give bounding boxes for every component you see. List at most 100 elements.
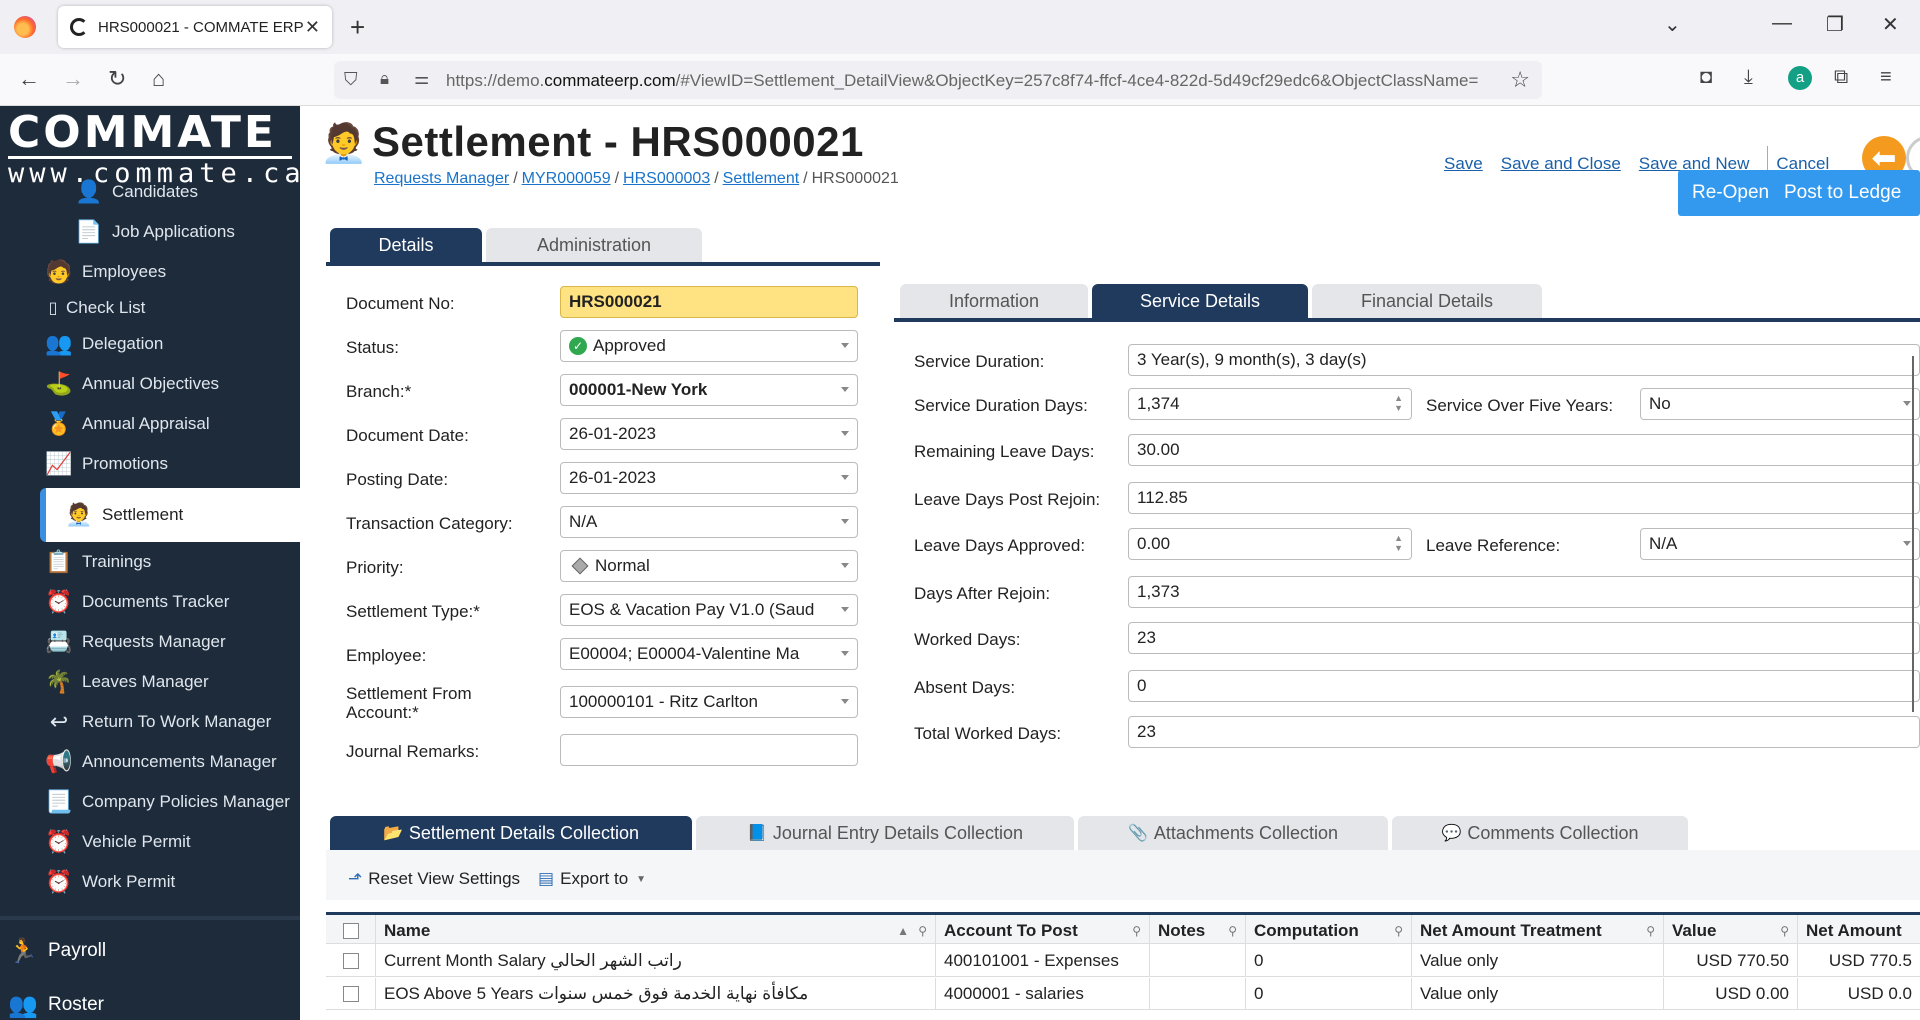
sidebar-item-check-list[interactable]: ▯ Check List [0,288,300,328]
document-no-field[interactable]: HRS000021 [560,286,858,318]
close-window-icon[interactable]: ✕ [1882,12,1899,37]
firefox-icon[interactable] [14,16,36,38]
post-to-ledger-button[interactable]: Post to Ledge [1770,170,1920,216]
url-bar[interactable]: ⛉ 🔒︎ ⚌ https://demo.commateerp.com/#View… [334,61,1542,99]
tab-journal-entry-details-collection[interactable]: 📘 Journal Entry Details Collection [696,816,1074,850]
dropdown-arrow-icon[interactable] [841,387,849,392]
dropdown-arrow-icon[interactable] [841,699,849,704]
sidebar-item-promotions[interactable]: 📈 Promotions [0,444,300,484]
dropdown-arrow-icon[interactable] [841,651,849,656]
table-row[interactable]: Current Month Salary راتب الشهر الحالي 4… [326,945,1920,977]
spinner-icon[interactable]: ▲ ▼ [1394,393,1403,413]
sidebar-item-requests-manager[interactable]: 📇 Requests Manager [0,622,300,662]
sidebar-item-announcements[interactable]: 📢 Announcements Manager [0,742,300,782]
re-open-button[interactable]: Re-Open [1678,170,1784,216]
column-header-net-amount[interactable]: Net Amount [1798,915,1920,947]
table-row[interactable]: EOS Above 5 Years مكافأة نهاية الخدمة فو… [326,978,1920,1010]
shield-icon[interactable]: ⛉ [344,69,358,90]
download-icon[interactable]: ⤓ [1744,66,1753,89]
worked-days-field[interactable]: 23 [1128,622,1920,654]
vertical-scrollbar[interactable] [1912,356,1914,712]
sidebar-item-annual-objectives[interactable]: ⛳ Annual Objectives [0,364,300,404]
status-dropdown[interactable]: ✓ Approved [560,330,858,362]
branch-dropdown[interactable]: 000001-New York [560,374,858,406]
remaining-leave-days-field[interactable]: 30.00 [1128,434,1920,466]
filter-icon[interactable]: ⚲ [1646,924,1655,938]
column-header-notes[interactable]: Notes ⚲ [1150,915,1246,947]
tab-list-chevron-icon[interactable]: ⌄ [1664,12,1681,37]
filter-icon[interactable]: ⚲ [1132,924,1141,938]
row-checkbox[interactable] [342,986,359,1002]
leave-days-approved-field[interactable]: 0.00 ▲ ▼ [1128,528,1412,560]
priority-dropdown[interactable]: Normal [560,550,858,582]
sidebar-item-settlement[interactable]: 🧑‍💼 Settlement [40,488,300,542]
breadcrumb-link-hrs000003[interactable]: HRS000003 [623,170,710,187]
tab-comments-collection[interactable]: 💬 Comments Collection [1392,816,1688,850]
sort-asc-icon[interactable]: ▲ [897,924,909,938]
tab-financial-details[interactable]: Financial Details [1312,284,1542,318]
close-tab-icon[interactable]: ✕ [305,17,320,38]
menu-hamburger-icon[interactable]: ≡ [1880,66,1892,89]
extension-a-icon[interactable]: a [1788,66,1812,90]
leave-reference-dropdown[interactable]: N/A [1640,528,1920,560]
row-checkbox[interactable] [342,953,359,969]
sidebar-item-trainings[interactable]: 📋 Trainings [0,542,300,582]
restore-icon[interactable]: ❐ [1826,12,1844,37]
dropdown-arrow-icon[interactable] [841,519,849,524]
sidebar-item-annual-appraisal[interactable]: 🏅 Annual Appraisal [0,404,300,444]
total-worked-days-field[interactable]: 23 [1128,716,1920,748]
document-date-field[interactable]: 26-01-2023 [560,418,858,450]
leave-days-post-rejoin-field[interactable]: 112.85 [1128,482,1920,514]
dropdown-arrow-icon[interactable] [841,475,849,480]
reset-view-settings-button[interactable]: ⬏ Reset View Settings [348,869,520,889]
employee-dropdown[interactable]: E00004; E00004-Valentine Ma [560,638,858,670]
browser-tab[interactable]: HRS000021 - COMMATE ERP ✕ [58,6,332,48]
forward-arrow-icon[interactable]: → [62,66,84,92]
tab-settlement-details-collection[interactable]: 📂 Settlement Details Collection [330,816,692,850]
lock-icon[interactable]: 🔒︎ [380,69,389,89]
column-header-name[interactable]: Name ▲ ⚲ [376,915,936,947]
sidebar-item-documents-tracker[interactable]: ⏰ Documents Tracker [0,582,300,622]
filter-icon[interactable]: ⚲ [1780,924,1789,938]
sidebar-item-vehicle-permit[interactable]: ⏰ Vehicle Permit [0,822,300,862]
sidebar-item-company-policies[interactable]: 📃 Company Policies Manager [0,782,300,822]
tab-details[interactable]: Details [330,228,482,262]
select-all-checkbox[interactable] [342,923,359,939]
sidebar-item-return-to-work[interactable]: ↩ Return To Work Manager [0,702,300,742]
bookmark-star-icon[interactable]: ☆ [1510,67,1530,93]
service-duration-days-field[interactable]: 1,374 ▲ ▼ [1128,388,1412,420]
tab-attachments-collection[interactable]: 📎 Attachments Collection [1078,816,1388,850]
pocket-icon[interactable]: ◘ [1700,66,1712,89]
save-and-close-link[interactable]: Save and Close [1501,154,1621,174]
minimize-icon[interactable]: — [1772,12,1792,35]
spinner-icon[interactable]: ▲ ▼ [1394,533,1403,553]
filter-icon[interactable]: ⚲ [918,924,927,938]
service-duration-field[interactable]: 3 Year(s), 9 month(s), 3 day(s) [1128,344,1920,376]
dropdown-arrow-icon[interactable] [1903,401,1911,406]
filter-icon[interactable]: ⚲ [1394,924,1403,938]
url-text[interactable]: https://demo.commateerp.com/#ViewID=Sett… [446,71,1486,91]
new-tab-icon[interactable]: + [350,12,365,43]
absent-days-field[interactable]: 0 [1128,670,1920,702]
home-icon[interactable]: ⌂ [152,66,165,92]
dropdown-arrow-icon[interactable] [841,563,849,568]
column-header-value[interactable]: Value ⚲ [1664,915,1798,947]
tab-information[interactable]: Information [900,284,1088,318]
sidebar-item-delegation[interactable]: 👥 Delegation [0,324,300,364]
settlement-from-account-dropdown[interactable]: 100000101 - Ritz Carlton [560,686,858,718]
posting-date-field[interactable]: 26-01-2023 [560,462,858,494]
reload-icon[interactable]: ↻ [108,66,126,92]
extensions-puzzle-icon[interactable]: ⧉ [1834,66,1848,89]
sidebar-item-employees[interactable]: 🧑 Employees [0,252,300,292]
sidebar-item-leaves-manager[interactable]: 🌴 Leaves Manager [0,662,300,702]
column-header-computation[interactable]: Computation ⚲ [1246,915,1412,947]
permissions-icon[interactable]: ⚌ [414,69,429,89]
sidebar-section-payroll[interactable]: 🏃 Payroll [0,926,300,976]
breadcrumb-link-myr000059[interactable]: MYR000059 [522,170,611,187]
sidebar-item-candidates[interactable]: 👤 Candidates [0,172,300,212]
breadcrumb-link-requests-manager[interactable]: Requests Manager [374,170,509,187]
tab-service-details[interactable]: Service Details [1092,284,1308,318]
filter-icon[interactable]: ⚲ [1228,924,1237,938]
dropdown-arrow-icon[interactable] [841,343,849,348]
dropdown-arrow-icon[interactable] [841,607,849,612]
